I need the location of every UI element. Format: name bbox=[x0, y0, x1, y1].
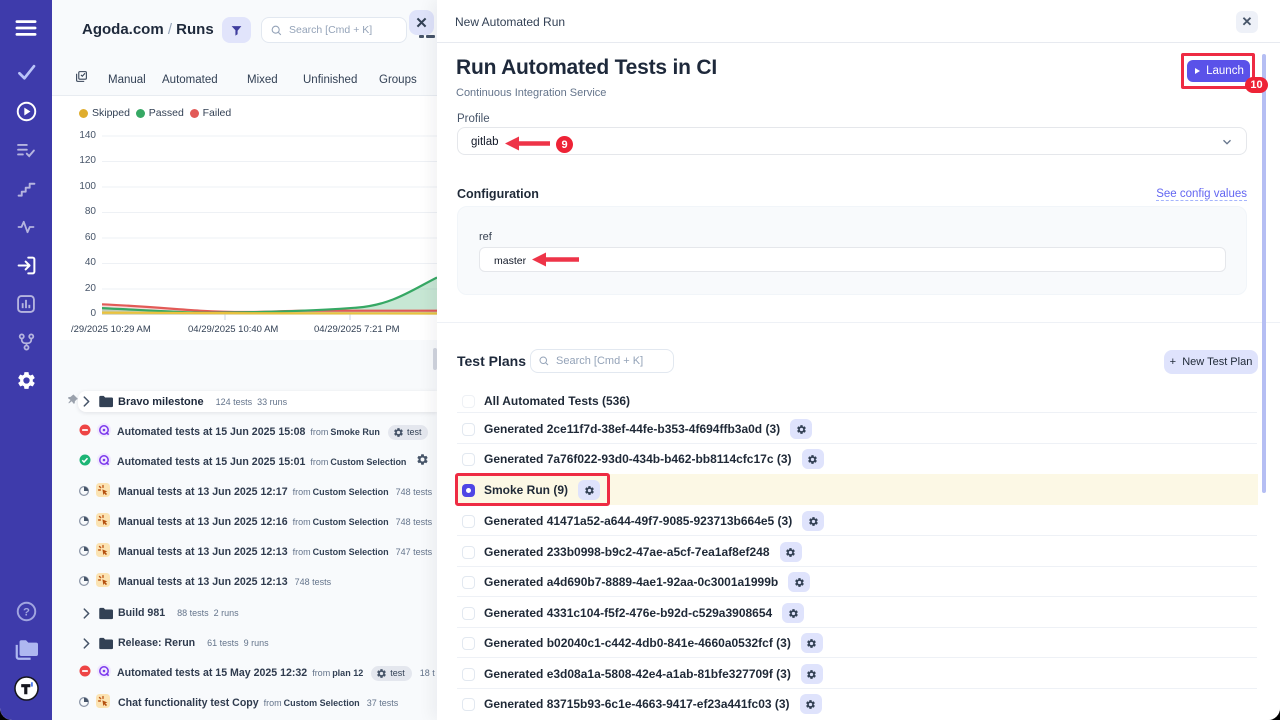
svg-text:?: ? bbox=[23, 606, 30, 618]
